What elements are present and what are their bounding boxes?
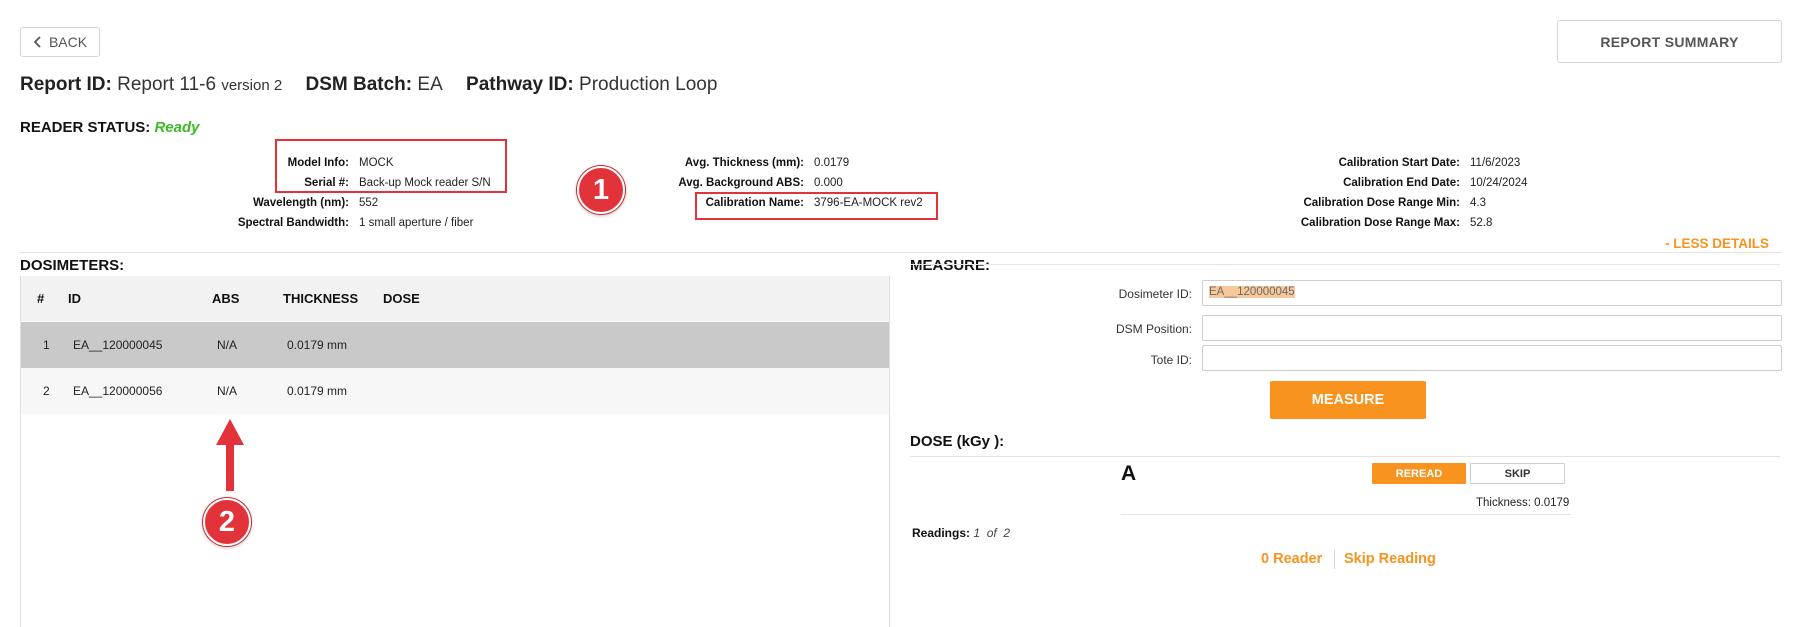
avg-background-value: 0.000: [814, 177, 843, 189]
dosimeter-id-label: Dosimeter ID:: [1118, 287, 1192, 301]
info-cal-max: Calibration Dose Range Max: 52.8: [1200, 216, 1493, 230]
report-summary-button[interactable]: REPORT SUMMARY: [1557, 20, 1782, 63]
annotation-box-model-serial: [275, 139, 507, 193]
annotation-badge-2: 2: [203, 498, 251, 546]
bandwidth-value: 1 small aperture / fiber: [359, 217, 474, 229]
info-wavelength: Wavelength (nm): 552: [150, 196, 378, 210]
row-abs: N/A: [217, 384, 238, 398]
dosimeter-id-input[interactable]: EA__120000045: [1202, 280, 1782, 306]
zero-reader-link[interactable]: 0 Reader: [1261, 551, 1322, 567]
row-num: 1: [43, 338, 50, 352]
col-thickness: THICKNESS: [283, 291, 359, 306]
info-cal-start: Calibration Start Date: 11/6/2023: [1200, 156, 1521, 170]
link-separator: [1334, 550, 1335, 569]
dosimeters-title: DOSIMETERS:: [20, 257, 125, 274]
less-details-link[interactable]: - LESS DETAILS: [1665, 236, 1769, 251]
annotation-badge-1: 1: [577, 166, 625, 214]
row-id: EA__120000056: [73, 384, 163, 398]
avg-thickness-label: Avg. Thickness (mm):: [684, 157, 804, 169]
col-id: ID: [68, 291, 81, 306]
cal-start-value: 11/6/2023: [1470, 157, 1521, 169]
dose-inner-divider: [1121, 514, 1571, 515]
measure-divider: [910, 264, 1780, 265]
avg-thickness-value: 0.0179: [814, 157, 850, 169]
wavelength-label: Wavelength (nm):: [252, 197, 349, 209]
reader-status-value: Ready: [154, 119, 200, 136]
table-header: # ID ABS THICKNESS DOSE: [21, 276, 889, 321]
report-header: Report ID: Report 11-6 version 2 DSM Bat…: [20, 74, 717, 96]
cal-max-value: 52.8: [1470, 217, 1493, 229]
dsm-batch-label: DSM Batch:: [305, 74, 413, 95]
avg-background-label: Avg. Background ABS:: [678, 177, 804, 189]
dsm-position-label: DSM Position:: [1115, 322, 1192, 336]
pathway-id-label: Pathway ID:: [466, 74, 574, 95]
dose-thickness: Thickness: 0.0179: [1476, 497, 1570, 509]
tote-id-label: Tote ID:: [1150, 353, 1192, 367]
back-button[interactable]: BACK: [20, 27, 100, 57]
chevron-left-icon: [33, 36, 41, 48]
table-row[interactable]: 1 EA__120000045 N/A 0.0179 mm: [21, 322, 889, 368]
pathway-id-value: Production Loop: [579, 74, 718, 95]
bandwidth-label: Spectral Bandwidth:: [237, 217, 349, 229]
measure-button[interactable]: MEASURE: [1270, 381, 1426, 419]
report-id-label: Report ID:: [20, 74, 112, 95]
row-thickness: 0.0179 mm: [287, 384, 348, 398]
report-version: version 2: [221, 77, 283, 94]
reread-button[interactable]: REREAD: [1372, 463, 1466, 484]
tote-id-input[interactable]: [1202, 345, 1782, 371]
skip-button[interactable]: SKIP: [1470, 463, 1565, 484]
dsm-position-input[interactable]: [1202, 315, 1782, 341]
table-row[interactable]: 2 EA__120000056 N/A 0.0179 mm: [21, 368, 889, 414]
col-abs: ABS: [212, 291, 240, 306]
report-id-value: Report 11-6: [117, 74, 217, 95]
readings-value: 1 of 2: [973, 526, 1011, 540]
row-abs: N/A: [217, 338, 238, 352]
info-cal-min: Calibration Dose Range Min: 4.3: [1200, 196, 1486, 210]
info-avg-background: Avg. Background ABS: 0.000: [600, 176, 842, 190]
row-thickness: 0.0179 mm: [287, 338, 348, 352]
col-num: #: [37, 291, 45, 306]
wavelength-value: 552: [359, 197, 379, 209]
measure-title: MEASURE:: [910, 257, 991, 274]
dosimeter-id-value: EA__120000045: [1209, 286, 1295, 298]
cal-max-label: Calibration Dose Range Max:: [1300, 217, 1460, 229]
row-id: EA__120000045: [73, 338, 163, 352]
cal-min-value: 4.3: [1470, 197, 1486, 209]
dosimeters-table: # ID ABS THICKNESS DOSE 1 EA__120000045 …: [20, 276, 890, 627]
info-avg-thickness: Avg. Thickness (mm): 0.0179: [600, 156, 849, 170]
skip-reading-link[interactable]: Skip Reading: [1344, 551, 1436, 567]
cal-start-label: Calibration Start Date:: [1338, 157, 1460, 169]
dsm-batch-value: EA: [417, 74, 443, 95]
dose-letter: A: [1121, 462, 1137, 485]
readings: Readings: 1 of 2: [912, 526, 1010, 540]
reader-status: READER STATUS: Ready: [20, 119, 199, 136]
cal-min-label: Calibration Dose Range Min:: [1303, 197, 1460, 209]
section-divider: [20, 252, 1782, 253]
readings-label: Readings:: [912, 526, 971, 540]
dose-divider: [910, 456, 1780, 457]
info-cal-end: Calibration End Date: 10/24/2024: [1200, 176, 1528, 190]
dose-title: DOSE (kGy ):: [910, 433, 1005, 450]
reader-status-label: READER STATUS:: [20, 119, 151, 136]
col-dose: DOSE: [383, 291, 420, 306]
annotation-arrow-up-icon: [216, 419, 244, 491]
info-bandwidth: Spectral Bandwidth: 1 small aperture / f…: [150, 216, 474, 230]
cal-end-label: Calibration End Date:: [1343, 177, 1460, 189]
annotation-box-calibration-name: [695, 192, 938, 220]
row-num: 2: [43, 384, 50, 398]
cal-end-value: 10/24/2024: [1470, 177, 1528, 189]
back-button-label: BACK: [48, 34, 88, 50]
